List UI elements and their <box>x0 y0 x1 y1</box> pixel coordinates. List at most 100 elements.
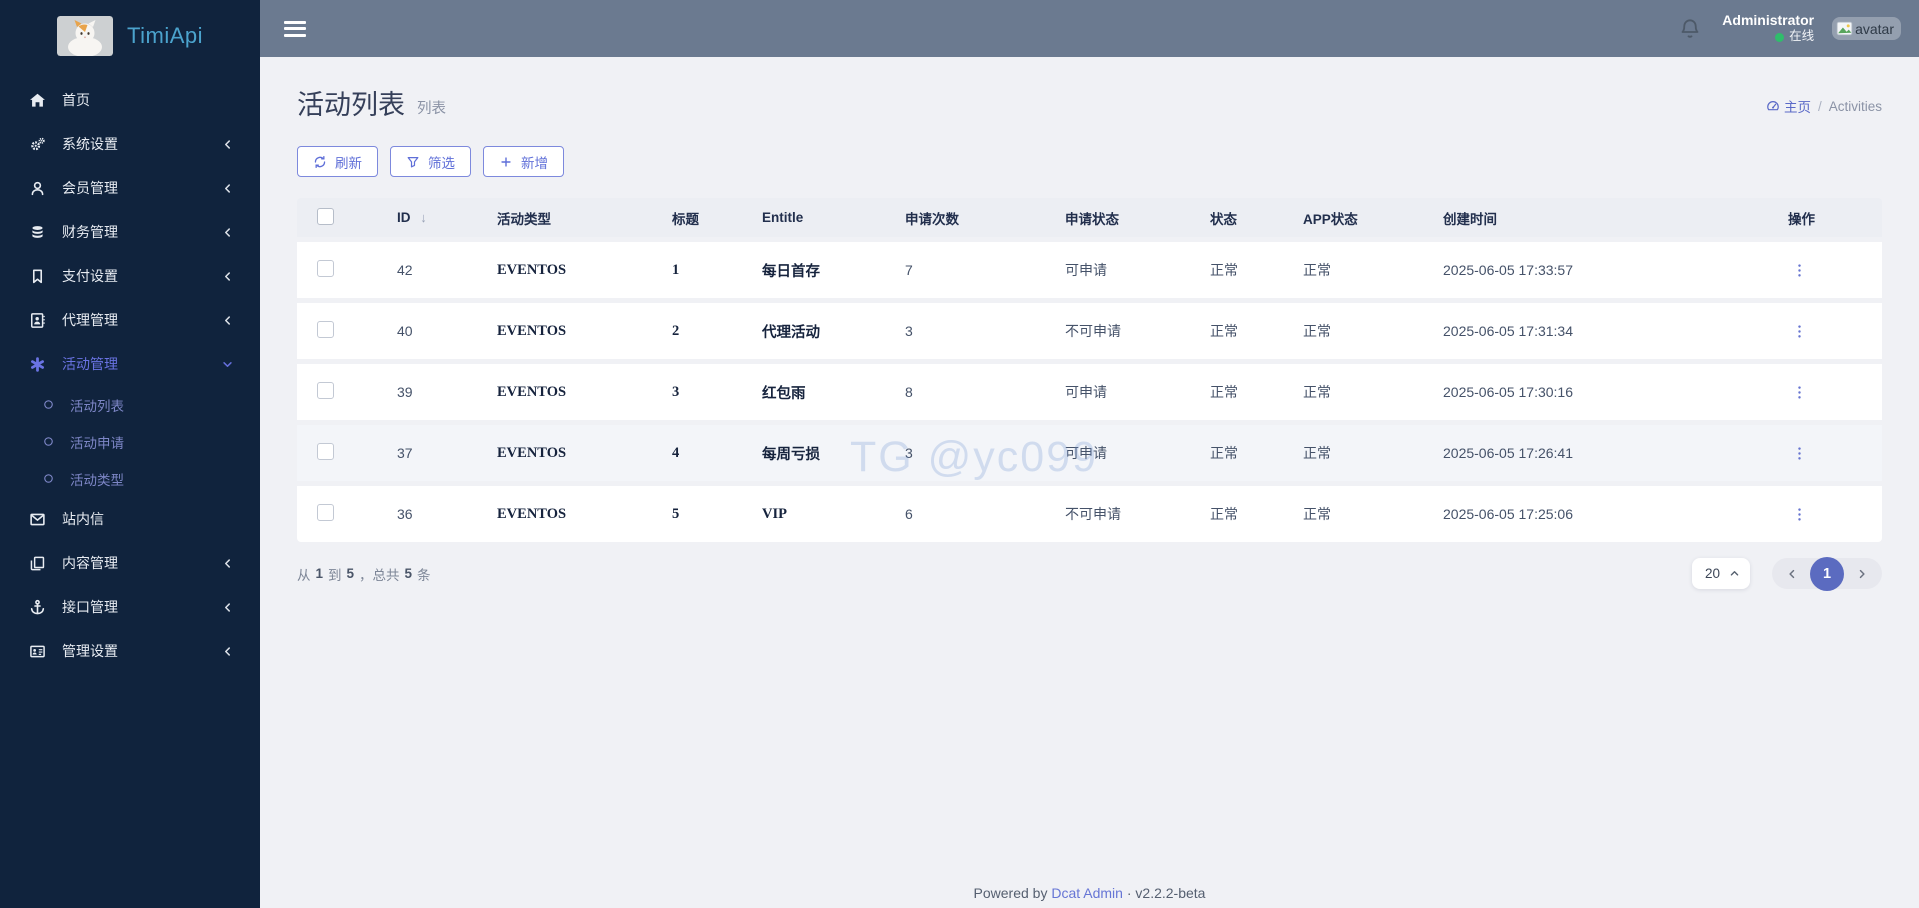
data-table: ID ↓ 活动类型 标题 Entitle 申请次数 申请状态 状态 APP状态 创建时间 操作 4… <box>297 198 1882 542</box>
sidebar-item-label: 系统设置 <box>62 136 118 152</box>
cell-apply-count: 6 <box>905 506 913 522</box>
app-title: TimiApi <box>126 23 204 48</box>
breadcrumb: 主页 / Activities <box>1766 96 1882 122</box>
results-summary: 从 1 到 5 ，总共 5 条 <box>297 566 431 583</box>
funnel-icon <box>407 156 419 167</box>
sidebar-item-7[interactable]: 站内信 <box>0 497 260 541</box>
cell-status: 正常 <box>1210 384 1238 400</box>
row-actions-button[interactable] <box>1788 503 1810 525</box>
topbar: Administrator 在线 avatar <box>260 0 1919 57</box>
row-checkbox[interactable] <box>317 443 334 460</box>
page-title: 活动列表 <box>297 90 405 120</box>
breadcrumb-current: Activities <box>1828 98 1882 114</box>
row-actions-button[interactable] <box>1788 320 1810 342</box>
notification-bell-icon[interactable] <box>1676 15 1704 43</box>
sidebar-item-label: 财务管理 <box>62 224 118 240</box>
version-label: v2.2.2-beta <box>1135 885 1206 901</box>
sidebar-item-8[interactable]: 内容管理 <box>0 541 260 585</box>
cell-created-at: 2025-06-05 17:26:41 <box>1443 445 1573 461</box>
copy-icon <box>28 554 46 572</box>
chevron-down-icon <box>222 358 234 370</box>
sidebar-subitem-6-1[interactable]: 活动申请 <box>0 423 260 460</box>
prev-page-button[interactable] <box>1784 566 1800 582</box>
sidebar-item-label: 会员管理 <box>62 180 118 196</box>
sidebar-item-1[interactable]: 系统设置 <box>0 122 260 166</box>
sidebar-subitem-6-0[interactable]: 活动列表 <box>0 386 260 423</box>
row-actions-button[interactable] <box>1788 381 1810 403</box>
select-all-checkbox[interactable] <box>317 207 334 225</box>
row-checkbox[interactable] <box>317 260 334 277</box>
sort-desc-icon[interactable]: ↓ <box>420 210 427 225</box>
add-button[interactable]: 新增 <box>483 146 564 177</box>
cell-entitle: 红包雨 <box>762 385 806 402</box>
chevron-left-icon <box>222 138 234 150</box>
table-footer: 从 1 到 5 ，总共 5 条 20 1 <box>297 556 1882 591</box>
cell-app-status: 正常 <box>1303 262 1331 278</box>
page-subtitle: 列表 <box>417 101 446 117</box>
circle-icon <box>40 434 56 450</box>
row-checkbox[interactable] <box>317 504 334 521</box>
content: TG @yc099 活动列表 列表 主页 / Activities 刷新 筛选 … <box>260 57 1919 908</box>
cell-app-status: 正常 <box>1303 506 1331 522</box>
refresh-icon <box>314 155 326 168</box>
cell-app-status: 正常 <box>1303 323 1331 339</box>
sidebar-item-label: 站内信 <box>62 511 104 527</box>
breadcrumb-home-link[interactable]: 主页 <box>1766 96 1811 116</box>
main-area: Administrator 在线 avatar TG @yc099 活动列表 列… <box>260 0 1919 908</box>
chevron-left-icon <box>222 226 234 238</box>
row-checkbox[interactable] <box>317 382 334 399</box>
home-icon <box>28 91 46 109</box>
cell-apply-count: 8 <box>905 384 913 400</box>
avatar-alt-text: avatar <box>1855 20 1894 37</box>
logo-row[interactable]: TimiApi <box>0 0 260 72</box>
breadcrumb-separator: / <box>1817 98 1822 114</box>
sidebar-subitem-6-2[interactable]: 活动类型 <box>0 460 260 497</box>
avatar[interactable]: avatar <box>1832 17 1901 40</box>
filter-button[interactable]: 筛选 <box>390 146 471 177</box>
sidebar-item-5[interactable]: 代理管理 <box>0 298 260 342</box>
sidebar-item-0[interactable]: 首页 <box>0 78 260 122</box>
sidebar-item-4[interactable]: 支付设置 <box>0 254 260 298</box>
address-book-icon <box>28 311 46 329</box>
cell-apply-status: 可申请 <box>1065 384 1107 400</box>
next-page-button[interactable] <box>1854 566 1870 582</box>
cell-type: EVENTOS <box>497 505 567 522</box>
cell-status: 正常 <box>1210 445 1238 461</box>
row-actions-button[interactable] <box>1788 259 1810 281</box>
user-icon <box>28 179 46 197</box>
refresh-button[interactable]: 刷新 <box>297 146 378 177</box>
user-menu[interactable]: Administrator 在线 <box>1722 12 1814 45</box>
table-row-1: 40 EVENTOS 2 代理活动 3 不可申请 正常 正常 2025-06-05 17:31:… <box>297 303 1882 359</box>
sidebar-item-9[interactable]: 接口管理 <box>0 585 260 629</box>
page-footer: Powered by Dcat Admin · v2.2.2-beta <box>973 885 1206 901</box>
row-actions-button[interactable] <box>1788 442 1810 464</box>
chevron-right-icon <box>1859 569 1865 578</box>
sidebar-item-3[interactable]: 财务管理 <box>0 210 260 254</box>
sidebar-item-10[interactable]: 管理设置 <box>0 629 260 673</box>
current-page-button[interactable]: 1 <box>1810 556 1844 591</box>
cell-status: 正常 <box>1210 262 1238 278</box>
table-row-0: 42 EVENTOS 1 每日首存 7 可申请 正常 正常 2025-06-05 17:33:5… <box>297 242 1882 298</box>
cell-apply-status: 可申请 <box>1065 445 1107 461</box>
hamburger-menu-icon[interactable] <box>284 20 306 37</box>
dcat-admin-link[interactable]: Dcat Admin <box>1051 885 1123 901</box>
cell-status: 正常 <box>1210 506 1238 522</box>
cell-apply-status: 不可申请 <box>1065 323 1121 339</box>
page-size-select[interactable]: 20 <box>1691 558 1750 589</box>
cell-apply-count: 3 <box>905 445 913 461</box>
cell-created-at: 2025-06-05 17:33:57 <box>1443 262 1573 278</box>
online-label: 在线 <box>1789 29 1815 44</box>
sidebar-item-label: 活动管理 <box>62 356 118 372</box>
sidebar-item-2[interactable]: 会员管理 <box>0 166 260 210</box>
cell-title: 2 <box>672 322 680 339</box>
cell-apply-count: 3 <box>905 323 913 339</box>
cell-id: 39 <box>397 384 413 400</box>
sidebar-item-6[interactable]: 活动管理 <box>0 342 260 386</box>
caret-up-icon <box>1730 571 1739 576</box>
sidebar-menu: 首页系统设置会员管理财务管理支付设置 代理管理活动管理活动列表 活动申请 活动类型站内… <box>0 72 260 673</box>
broken-image-icon <box>1836 21 1853 36</box>
row-checkbox[interactable] <box>317 321 334 338</box>
cell-entitle: 代理活动 <box>762 324 820 341</box>
sidebar-item-label: 内容管理 <box>62 555 118 571</box>
cell-id: 36 <box>397 506 413 522</box>
